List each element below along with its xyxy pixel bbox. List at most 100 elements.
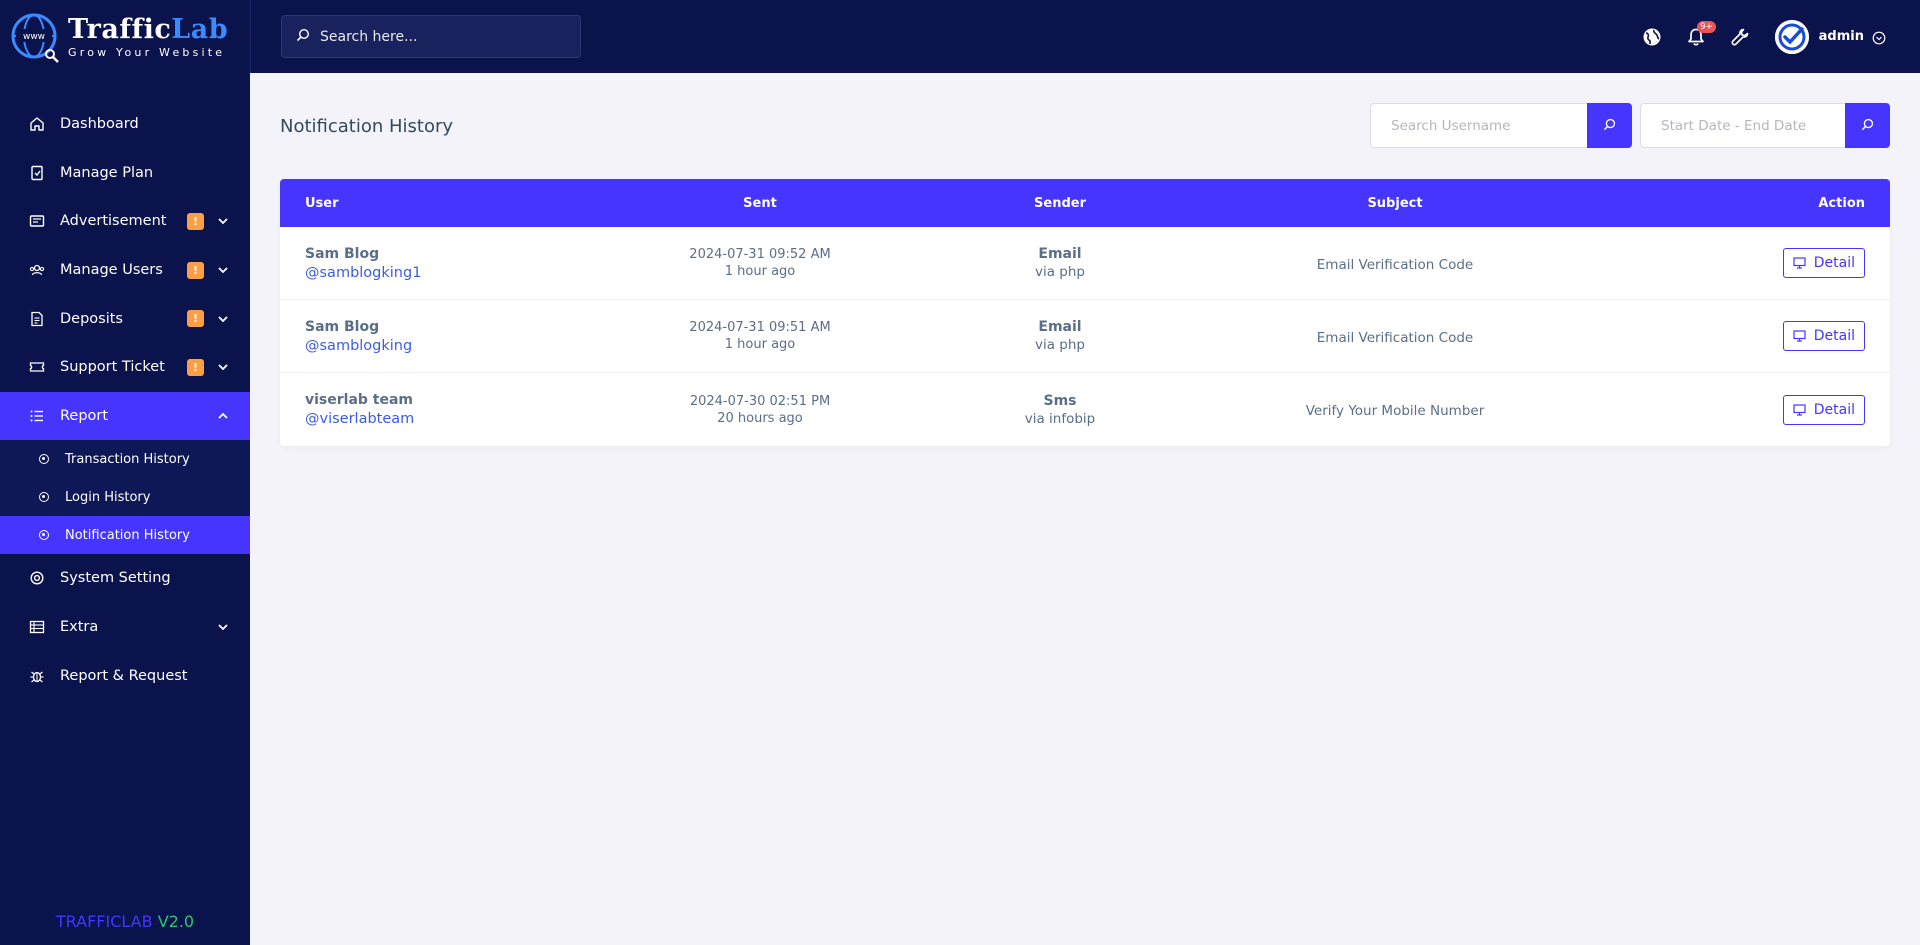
bell-icon[interactable]: 9+ (1685, 20, 1716, 48)
globe-text: www (23, 32, 45, 42)
detail-button[interactable]: Detail (1782, 321, 1865, 351)
warning-badge: ! (187, 212, 204, 230)
detail-button[interactable]: Detail (1782, 394, 1865, 425)
detail-button-label: Detail (1813, 328, 1855, 344)
user-handle-link[interactable]: @samblogking1 (305, 265, 421, 281)
sidebar-item-label: Manage Users (60, 262, 163, 279)
sidebar-item-manage-plan[interactable]: Manage Plan (0, 149, 250, 198)
sidebar-item-support-ticket[interactable]: Support Ticket ! (0, 343, 250, 392)
header-user: User (305, 195, 339, 211)
sidebar-item-report-request[interactable]: Report & Request (0, 651, 250, 700)
notification-table: User Sent Sender Subject Action Sam Blog… (280, 179, 1890, 446)
ad-icon (28, 212, 46, 230)
main-content: Notification History User Sent Sender Su… (250, 73, 1920, 945)
sidebar-item-label: Extra (60, 619, 99, 636)
chevron-up-icon (216, 409, 230, 423)
brand-logo[interactable]: www TrafficLab Grow Your Website (0, 0, 250, 73)
version-name: TRAFFICLAB (55, 912, 153, 931)
sidebar: www TrafficLab Grow Your Website Dashboa… (0, 0, 250, 945)
warning-badge: ! (187, 261, 204, 279)
sent-relative: 1 hour ago (724, 264, 796, 279)
search-icon (1861, 116, 1874, 135)
deposit-icon (28, 310, 46, 328)
sidebar-item-label: System Setting (60, 570, 171, 587)
sidebar-subitem-label: Notification History (65, 527, 190, 543)
table-header: User Sent Sender Subject Action (280, 179, 1890, 227)
sidebar-subitem-transaction-history[interactable]: Transaction History (0, 440, 250, 478)
chevron-down-icon (216, 263, 230, 277)
brand-name-part1: Traffic (68, 13, 172, 45)
topbar-actions: 9+ admin (1619, 0, 1886, 73)
detail-button-label: Detail (1813, 401, 1855, 418)
global-search-input[interactable] (320, 28, 560, 45)
bug-icon (28, 667, 46, 685)
notification-subject: Email Verification Code (1316, 329, 1474, 346)
sidebar-item-report[interactable]: Report (0, 391, 250, 441)
user-menu[interactable]: admin (1774, 19, 1886, 54)
server-icon (28, 618, 46, 636)
sidebar-item-system-setting[interactable]: System Setting (0, 554, 250, 603)
username-search-input[interactable] (1370, 103, 1587, 148)
wrench-icon[interactable] (1729, 26, 1751, 48)
sidebar-menu: Dashboard Manage Plan Advertisement ! Ma… (0, 100, 250, 700)
user-handle-link[interactable]: @samblogking (305, 338, 412, 354)
sent-datetime: 2024-07-30 02:51 PM (689, 393, 831, 409)
date-search-button[interactable] (1845, 103, 1890, 148)
table-row: Sam Blog @samblogking1 2024-07-31 09:52 … (280, 227, 1890, 300)
header-action: Action (1818, 195, 1865, 211)
sidebar-subitem-notification-history[interactable]: Notification History (0, 516, 250, 555)
username-search-button[interactable] (1587, 103, 1632, 148)
user-fullname: Sam Blog (305, 318, 380, 335)
username-search-form (1370, 103, 1632, 148)
sidebar-item-label: Report & Request (60, 667, 188, 684)
global-search[interactable] (281, 15, 581, 58)
sidebar-item-extra[interactable]: Extra (0, 603, 250, 652)
header-subject: Subject (1367, 195, 1423, 211)
sent-relative: 1 hour ago (724, 337, 796, 352)
chevron-down-icon (216, 312, 230, 326)
notification-subject: Email Verification Code (1316, 256, 1474, 273)
table-row: viserlab team @viserlabteam 2024-07-30 0… (280, 373, 1890, 446)
date-range-input[interactable] (1640, 103, 1845, 148)
sidebar-item-label: Advertisement (60, 213, 167, 230)
ticket-icon (28, 358, 46, 376)
sender-gateway: via php (1035, 264, 1085, 280)
user-handle-link[interactable]: @viserlabteam (305, 411, 414, 427)
brand-tagline: Grow Your Website (68, 45, 226, 59)
sidebar-subitem-login-history[interactable]: Login History (0, 478, 250, 516)
sidebar-item-manage-users[interactable]: Manage Users ! (0, 246, 250, 295)
page-title: Notification History (280, 116, 454, 137)
sent-relative: 20 hours ago (717, 410, 803, 426)
avatar (1774, 19, 1809, 54)
version-number: V2.0 (157, 912, 195, 931)
plan-icon (28, 164, 46, 182)
sidebar-item-advertisement[interactable]: Advertisement ! (0, 197, 250, 246)
chevron-down-circle-icon (1872, 30, 1886, 44)
sidebar-item-dashboard[interactable]: Dashboard (0, 100, 250, 149)
sidebar-item-label: Dashboard (60, 116, 139, 133)
desktop-icon (1793, 403, 1806, 416)
globe-icon[interactable] (1641, 26, 1663, 48)
sender-gateway: via php (1035, 337, 1085, 353)
warning-badge: ! (187, 310, 204, 328)
notification-subject: Verify Your Mobile Number (1305, 403, 1485, 419)
date-range-form (1640, 103, 1890, 148)
chevron-down-icon (216, 620, 230, 634)
detail-button-label: Detail (1813, 255, 1855, 271)
brand-name: TrafficLab (68, 13, 228, 45)
user-fullname: viserlab team (305, 392, 414, 408)
sender-type: Email (1038, 319, 1082, 335)
report-submenu: Transaction History Login History Notifi… (0, 440, 250, 555)
topbar: 9+ admin (250, 0, 1920, 73)
sent-datetime: 2024-07-31 09:51 AM (689, 320, 831, 335)
circle-dot-icon (39, 530, 49, 541)
circle-dot-icon (39, 454, 49, 465)
sidebar-subitem-label: Login History (65, 489, 151, 505)
settings-icon (28, 569, 46, 587)
circle-dot-icon (39, 492, 49, 503)
globe-logo-icon: www (10, 12, 60, 63)
sidebar-item-deposits[interactable]: Deposits ! (0, 294, 250, 343)
detail-button[interactable]: Detail (1782, 248, 1865, 278)
app-version: TRAFFICLAB V2.0 (0, 912, 250, 931)
sender-type: Sms (1043, 392, 1077, 409)
